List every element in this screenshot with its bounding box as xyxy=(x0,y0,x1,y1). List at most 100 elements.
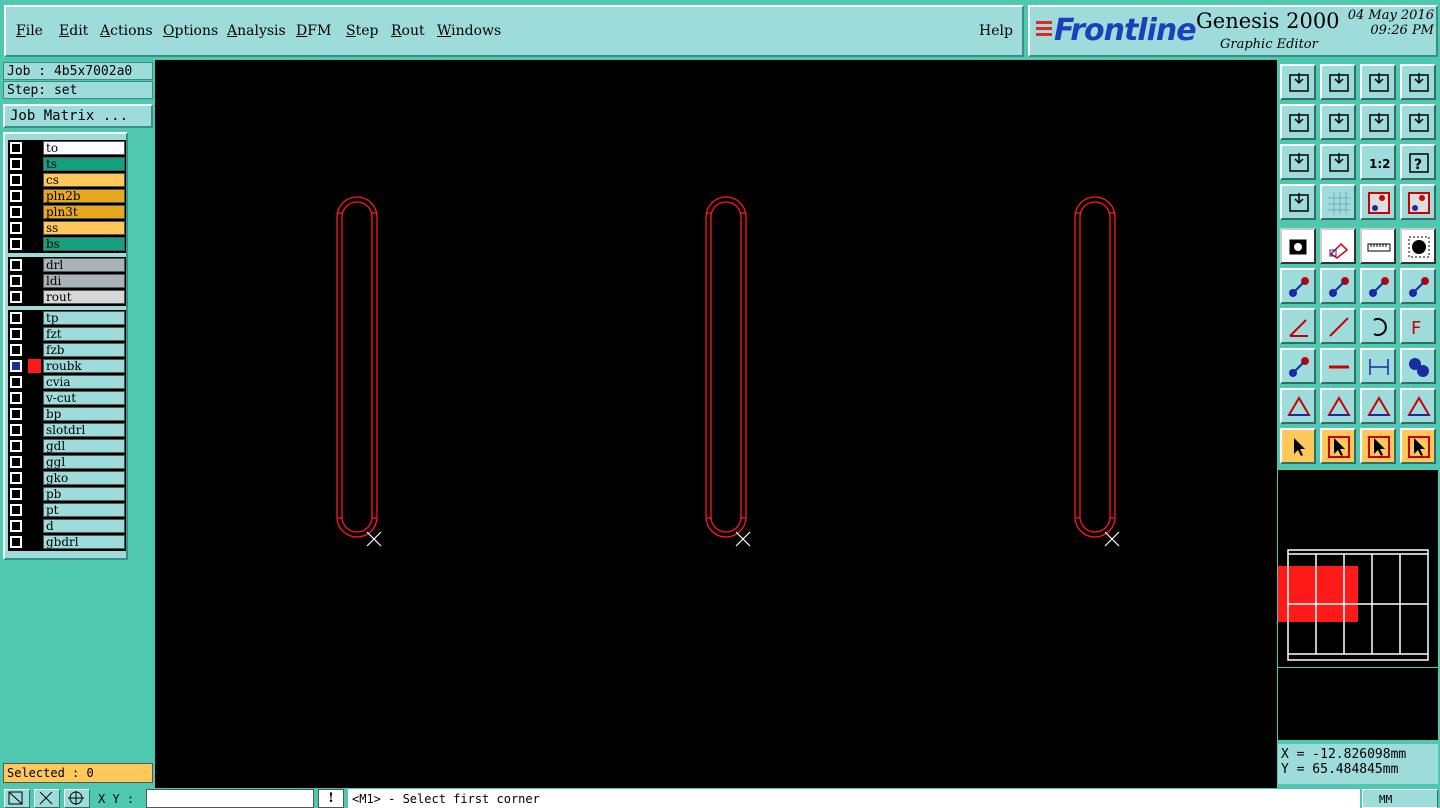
select-box-button[interactable] xyxy=(1320,428,1356,464)
cross-snap-button[interactable] xyxy=(34,789,60,808)
select-path-button[interactable] xyxy=(1400,428,1436,464)
layer-row[interactable]: v-cut xyxy=(8,390,126,406)
layer-row[interactable]: rout xyxy=(8,289,126,305)
layer-row[interactable]: tp xyxy=(8,310,126,326)
layer-affected-checkbox[interactable] xyxy=(10,344,22,356)
layer-name[interactable]: to xyxy=(43,141,125,155)
layer-display-swatch[interactable] xyxy=(28,407,41,421)
layer-affected-checkbox[interactable] xyxy=(10,238,22,250)
copy-page-button[interactable] xyxy=(1320,228,1356,264)
grid-snap-button[interactable] xyxy=(64,789,90,808)
layer-affected-checkbox[interactable] xyxy=(10,456,22,468)
layer-affected-checkbox[interactable] xyxy=(10,472,22,484)
layer-row[interactable]: pt xyxy=(8,502,126,518)
undo-view-button[interactable] xyxy=(1360,104,1396,140)
pointer-button[interactable] xyxy=(1280,428,1316,464)
layer-row[interactable]: roubk xyxy=(8,358,126,374)
layer-display-swatch[interactable] xyxy=(28,157,41,171)
layer-row[interactable]: to xyxy=(8,140,126,156)
layer-affected-checkbox[interactable] xyxy=(10,312,22,324)
job-matrix-button[interactable]: Job Matrix ... xyxy=(3,104,153,128)
layer-display-swatch[interactable] xyxy=(28,290,41,304)
layer-name[interactable]: cvia xyxy=(43,375,125,389)
layer-affected-checkbox[interactable] xyxy=(10,190,22,202)
layer-affected-checkbox[interactable] xyxy=(10,392,22,404)
layer-display-swatch[interactable] xyxy=(28,519,41,533)
layer-name[interactable]: ldi xyxy=(43,274,125,288)
layer-affected-checkbox[interactable] xyxy=(10,408,22,420)
layer-row[interactable]: bs xyxy=(8,236,126,252)
menu-dfm[interactable]: DFM xyxy=(296,23,331,39)
layer-row[interactable]: gbdrl xyxy=(8,534,126,550)
pan-right-button[interactable] xyxy=(1320,104,1356,140)
layer-affected-checkbox[interactable] xyxy=(10,520,22,532)
layer-name[interactable]: d xyxy=(43,519,125,533)
layer-row[interactable]: cvia xyxy=(8,374,126,390)
layer-name[interactable]: fzb xyxy=(43,343,125,357)
menu-step[interactable]: Step xyxy=(346,23,378,39)
layer-display-swatch[interactable] xyxy=(28,141,41,155)
layer-display-swatch[interactable] xyxy=(28,221,41,235)
menu-windows[interactable]: Windows xyxy=(437,23,501,39)
layer-name[interactable]: ggl xyxy=(43,455,125,469)
a-frame-alt-button[interactable] xyxy=(1400,388,1436,424)
window-button[interactable] xyxy=(1400,64,1436,100)
layer-display-swatch[interactable] xyxy=(28,423,41,437)
layer-name[interactable]: gbdrl xyxy=(43,535,125,549)
layer-row[interactable]: ts xyxy=(8,156,126,172)
layer-affected-checkbox[interactable] xyxy=(10,536,22,548)
layer-row[interactable]: slotdrl xyxy=(8,422,126,438)
layer-row[interactable]: cs xyxy=(8,172,126,188)
help-question-button[interactable]: ? xyxy=(1400,144,1436,180)
layer-row[interactable]: gdl xyxy=(8,438,126,454)
add-shape-button[interactable] xyxy=(1400,348,1436,384)
layer-affected-checkbox[interactable] xyxy=(10,440,22,452)
layer-display-swatch[interactable] xyxy=(28,311,41,325)
layer-row[interactable]: drl xyxy=(8,257,126,273)
units-selector[interactable]: MM xyxy=(1362,789,1438,808)
select-rotate-button[interactable] xyxy=(1360,428,1396,464)
layer-display-swatch[interactable] xyxy=(28,359,41,373)
layer-name[interactable]: cs xyxy=(43,173,125,187)
layer-affected-checkbox[interactable] xyxy=(10,158,22,170)
layer-affected-checkbox[interactable] xyxy=(10,206,22,218)
layer-name[interactable]: drl xyxy=(43,258,125,272)
layer-row[interactable]: pln2b xyxy=(8,188,126,204)
zoom-center-button[interactable] xyxy=(1320,144,1356,180)
layer-display-swatch[interactable] xyxy=(28,503,41,517)
menu-help[interactable]: Help xyxy=(979,23,1013,39)
layer-name[interactable]: ts xyxy=(43,157,125,171)
layer-row[interactable]: fzt xyxy=(8,326,126,342)
layer-affected-checkbox[interactable] xyxy=(10,424,22,436)
layer-affected-checkbox[interactable] xyxy=(10,376,22,388)
layer-name[interactable]: slotdrl xyxy=(43,423,125,437)
layer-affected-checkbox[interactable] xyxy=(10,488,22,500)
menu-edit[interactable]: Edit xyxy=(59,23,88,39)
pad-button[interactable] xyxy=(1400,228,1436,264)
layer-display-swatch[interactable] xyxy=(28,343,41,357)
layer-row[interactable]: ldi xyxy=(8,273,126,289)
zoom-home-button[interactable] xyxy=(1280,64,1316,100)
home-button[interactable] xyxy=(1360,64,1396,100)
graphic-canvas[interactable] xyxy=(155,60,1277,788)
features-button[interactable] xyxy=(1360,184,1396,220)
zoom-fit-button[interactable] xyxy=(1280,144,1316,180)
menu-analysis[interactable]: Analysis xyxy=(227,23,286,39)
layer-name[interactable]: gko xyxy=(43,471,125,485)
layer-name[interactable]: pln2b xyxy=(43,189,125,203)
redraw-button[interactable] xyxy=(1400,104,1436,140)
layer-affected-checkbox[interactable] xyxy=(10,259,22,271)
layer-display-swatch[interactable] xyxy=(28,274,41,288)
layer-affected-checkbox[interactable] xyxy=(10,291,22,303)
layer-display-swatch[interactable] xyxy=(28,237,41,251)
layer-display-swatch[interactable] xyxy=(28,439,41,453)
layer-affected-checkbox[interactable] xyxy=(10,360,22,372)
angle-button[interactable] xyxy=(1280,308,1316,344)
layer-display-swatch[interactable] xyxy=(28,487,41,501)
arc-button[interactable] xyxy=(1360,308,1396,344)
layer-name[interactable]: ss xyxy=(43,221,125,235)
a-frame-button[interactable] xyxy=(1360,388,1396,424)
menu-rout[interactable]: Rout xyxy=(391,23,425,39)
layer-name[interactable]: gdl xyxy=(43,439,125,453)
menu-file[interactable]: File xyxy=(16,23,43,39)
